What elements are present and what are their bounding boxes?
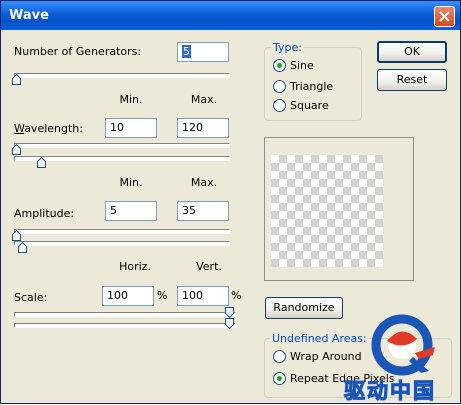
wavelength-max-slider-track[interactable] bbox=[14, 156, 230, 161]
wavelength-min-header: Min. bbox=[119, 93, 143, 106]
generators-slider-thumb[interactable] bbox=[12, 74, 21, 85]
wavelength-max-slider-thumb[interactable] bbox=[37, 157, 46, 168]
amplitude-min-field[interactable]: 5 bbox=[105, 201, 157, 221]
scale-horiz-header: Horiz. bbox=[119, 260, 151, 273]
wrap-around-label[interactable]: Wrap Around bbox=[290, 350, 362, 363]
radio-selected-dot bbox=[277, 376, 282, 381]
type-sine-radio[interactable] bbox=[273, 59, 286, 72]
generators-field[interactable]: 5 bbox=[177, 42, 229, 62]
amplitude-max-slider-track[interactable] bbox=[14, 241, 230, 246]
radio-selected-dot bbox=[277, 63, 282, 68]
type-triangle-radio[interactable] bbox=[273, 80, 286, 93]
type-sine-label[interactable]: Sine bbox=[290, 59, 314, 72]
type-square-radio[interactable] bbox=[273, 99, 286, 112]
watermark-logo-icon bbox=[371, 314, 435, 376]
type-square-label[interactable]: Square bbox=[290, 99, 329, 112]
amplitude-min-slider-track[interactable] bbox=[14, 229, 230, 234]
amplitude-max-header: Max. bbox=[190, 176, 218, 189]
window-title: Wave bbox=[9, 8, 49, 23]
amplitude-max-field[interactable]: 35 bbox=[177, 201, 229, 221]
wrap-around-radio[interactable] bbox=[273, 350, 286, 363]
wavelength-label: Wavelength: bbox=[14, 122, 83, 135]
title-bar[interactable]: Wave bbox=[1, 1, 460, 30]
close-button[interactable] bbox=[434, 6, 455, 27]
wavelength-min-slider-track[interactable] bbox=[14, 143, 230, 148]
generators-label: Number of Generators: bbox=[14, 45, 142, 58]
ok-button[interactable]: OK bbox=[377, 41, 447, 63]
generators-value: 5 bbox=[182, 45, 191, 58]
reset-button[interactable]: Reset bbox=[377, 69, 447, 91]
randomize-button[interactable]: Randomize bbox=[265, 297, 343, 319]
scale-vert-slider-thumb[interactable] bbox=[225, 318, 234, 329]
amplitude-min-slider-thumb[interactable] bbox=[12, 230, 21, 241]
wavelength-min-slider-thumb[interactable] bbox=[12, 144, 21, 155]
amplitude-min-header: Min. bbox=[119, 176, 143, 189]
close-icon bbox=[439, 11, 450, 22]
type-group-title: Type: bbox=[271, 41, 304, 54]
scale-vert-slider-track[interactable] bbox=[14, 323, 236, 328]
wavelength-min-field[interactable]: 10 bbox=[105, 118, 157, 138]
scale-label: Scale: bbox=[14, 291, 48, 304]
type-triangle-label[interactable]: Triangle bbox=[290, 80, 333, 93]
repeat-edge-pixels-radio[interactable] bbox=[273, 372, 286, 385]
wavelength-max-field[interactable]: 120 bbox=[177, 118, 229, 138]
preview-checkerboard bbox=[271, 155, 383, 267]
generators-slider-track[interactable] bbox=[14, 73, 230, 78]
amplitude-max-slider-thumb[interactable] bbox=[18, 242, 27, 253]
watermark-text: 驱动中国 bbox=[344, 379, 436, 404]
scale-horiz-slider-track[interactable] bbox=[14, 312, 236, 317]
undefined-areas-title: Undefined Areas: bbox=[270, 332, 369, 345]
scale-vert-unit: % bbox=[231, 289, 242, 302]
scale-horiz-field[interactable]: 100 bbox=[102, 286, 154, 306]
scale-horiz-unit: % bbox=[157, 289, 168, 302]
preview-area bbox=[264, 137, 414, 281]
scale-vert-field[interactable]: 100 bbox=[177, 286, 229, 306]
amplitude-label: Amplitude: bbox=[14, 207, 75, 220]
wavelength-max-header: Max. bbox=[190, 93, 218, 106]
scale-horiz-slider-thumb[interactable] bbox=[225, 307, 234, 318]
scale-vert-header: Vert. bbox=[196, 260, 222, 273]
wave-dialog: Wave Number of Generators: 5 Min. Max. W… bbox=[0, 0, 461, 404]
